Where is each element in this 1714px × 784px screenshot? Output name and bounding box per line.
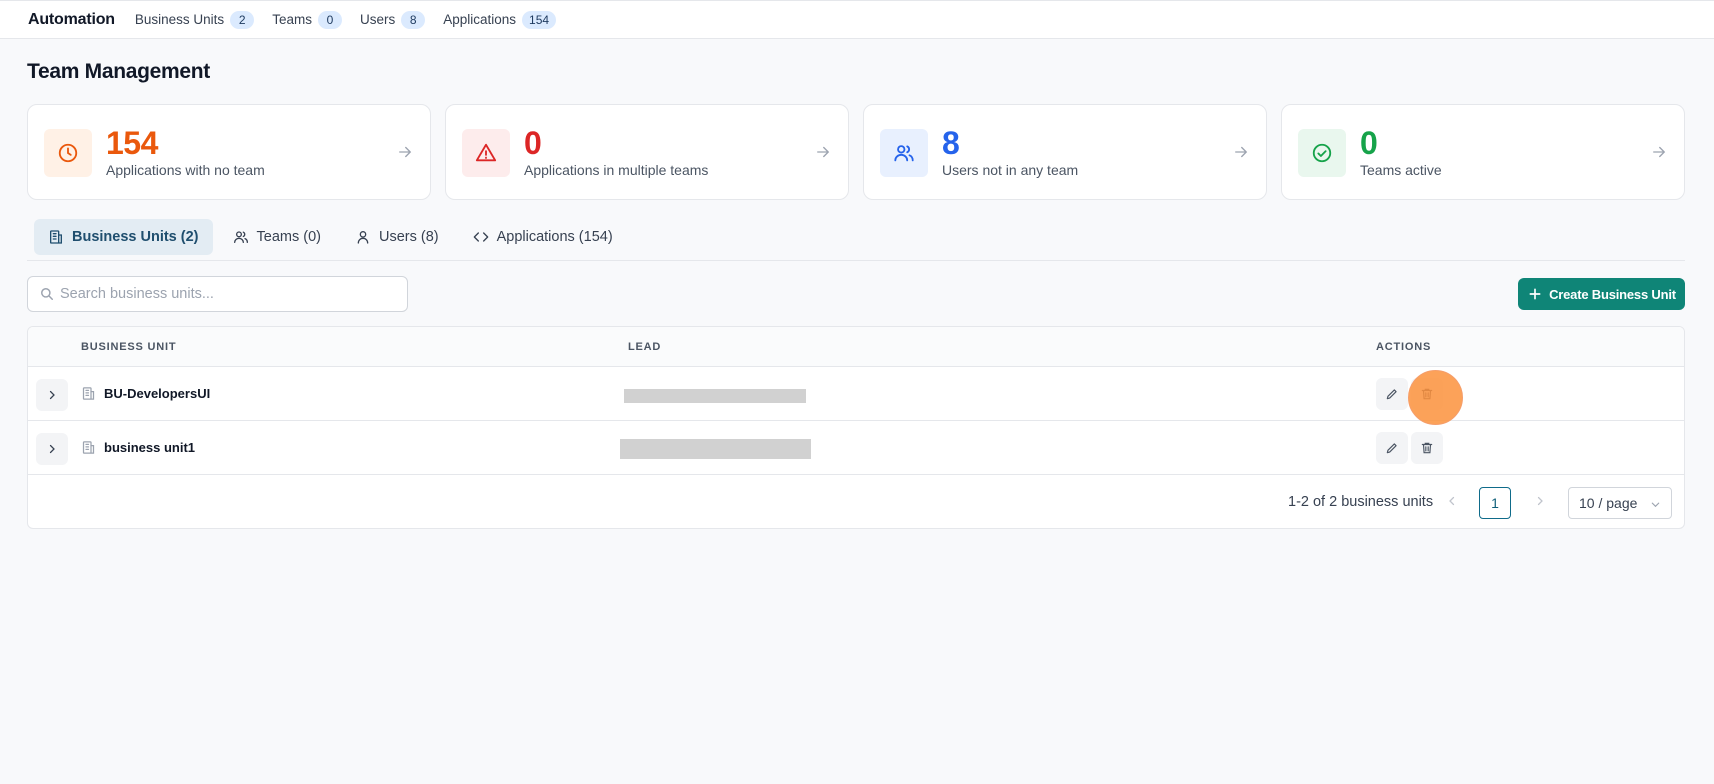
table-row: BU-DevelopersUI [28,367,1684,421]
check-circle-icon [1298,129,1346,177]
create-button-label: Create Business Unit [1549,286,1676,302]
tab-label: Users (8) [378,229,439,245]
trash-icon [1421,388,1433,400]
chevron-right-icon [1537,496,1543,506]
topnav-applications[interactable]: Applications 154 [443,10,557,29]
topnav-teams[interactable]: Teams 0 [272,10,342,29]
stat-card-teams-active[interactable]: 0 Teams active [1281,104,1685,200]
building-icon [82,387,95,400]
tab-teams[interactable]: Teams (0) [219,219,335,255]
chevron-down-icon [1651,502,1660,508]
building-icon [50,230,62,244]
chevron-right-icon [49,444,55,454]
tab-label: Applications (154) [496,229,613,245]
topnav-label: Applications [443,12,517,27]
count-badge: 154 [522,10,557,29]
user-icon [357,231,369,244]
search-box[interactable] [27,276,408,312]
warning-icon [462,129,510,177]
count-badge: 0 [317,10,342,29]
brand-title: Automation [28,10,115,28]
tab-business-units[interactable]: Business Units (2) [34,219,213,255]
edit-button[interactable] [1376,432,1408,464]
column-header-lead: LEAD [628,341,662,353]
stat-card-users-no-team[interactable]: 8 Users not in any team [863,104,1267,200]
lead-value-redacted [624,389,806,403]
search-icon [41,288,53,300]
building-icon [82,441,95,454]
stat-label: Applications with no team [106,162,265,178]
business-units-table: BUSINESS UNIT LEAD ACTIONS BU-Developers… [27,326,1685,529]
stat-card-apps-multiple-teams[interactable]: 0 Applications in multiple teams [445,104,849,200]
plus-icon [1529,288,1541,300]
stat-label: Users not in any team [942,162,1079,178]
count-badge: 8 [401,10,426,29]
column-header-actions: ACTIONS [1376,341,1432,353]
stat-value: 0 [524,125,542,161]
business-unit-name: business unit1 [104,440,196,455]
users-icon [233,231,248,243]
delete-button[interactable] [1411,432,1443,464]
column-header-business-unit: BUSINESS UNIT [81,341,177,353]
trash-icon [1421,442,1433,454]
stat-value: 0 [1360,125,1378,161]
edit-button[interactable] [1376,378,1408,410]
tab-label: Business Units (2) [72,229,199,245]
next-page-button[interactable] [1534,494,1546,512]
page-size-select[interactable]: 10 / page [1568,487,1672,519]
pencil-icon [1386,443,1397,454]
topnav-label: Business Units [134,12,225,27]
topnav-users[interactable]: Users 8 [359,10,426,29]
page-title: Team Management [27,60,210,83]
arrow-right-icon [814,143,832,166]
stat-label: Teams active [1360,162,1442,178]
page-size-value: 10 / page [1579,495,1638,511]
tab-applications[interactable]: Applications (154) [459,219,627,255]
create-business-unit-button[interactable]: Create Business Unit [1518,278,1685,310]
table-header: BUSINESS UNIT LEAD ACTIONS [28,327,1684,367]
pagination: 1-2 of 2 business units 1 10 / page [28,476,1684,528]
table-row: business unit1 [28,421,1684,475]
tab-label: Teams (0) [256,229,321,245]
arrow-right-icon [396,143,414,166]
pencil-icon [1386,389,1397,400]
lead-value-redacted [620,439,811,459]
arrow-right-icon [1232,143,1250,166]
stat-cards: 154 Applications with no team 0 Applicat… [27,104,1685,200]
page-number-button[interactable]: 1 [1479,487,1511,519]
topnav-business-units[interactable]: Business Units 2 [134,10,255,29]
chevron-left-icon [1449,496,1455,506]
clock-icon [44,129,92,177]
top-bar: Automation Business Units 2 Teams 0 User… [0,0,1714,39]
expand-row-button[interactable] [36,433,68,465]
arrow-right-icon [1650,143,1668,166]
topnav-label: Teams [272,12,312,27]
tab-bar: Business Units (2) Teams (0) Users (8) A… [27,219,1685,261]
search-input[interactable] [60,286,380,302]
stat-value: 8 [942,125,960,161]
delete-button[interactable] [1411,378,1443,410]
stat-card-apps-no-team[interactable]: 154 Applications with no team [27,104,431,200]
prev-page-button[interactable] [1446,494,1458,512]
business-unit-name: BU-DevelopersUI [104,386,211,401]
stat-value: 154 [106,125,158,161]
stat-label: Applications in multiple teams [524,162,709,178]
tab-users[interactable]: Users (8) [341,219,453,255]
users-icon [880,129,928,177]
chevron-right-icon [49,390,55,400]
expand-row-button[interactable] [36,379,68,411]
pagination-summary: 1-2 of 2 business units [1288,494,1434,510]
code-icon [473,232,488,242]
topnav-label: Users [359,12,396,27]
count-badge: 2 [230,10,255,29]
